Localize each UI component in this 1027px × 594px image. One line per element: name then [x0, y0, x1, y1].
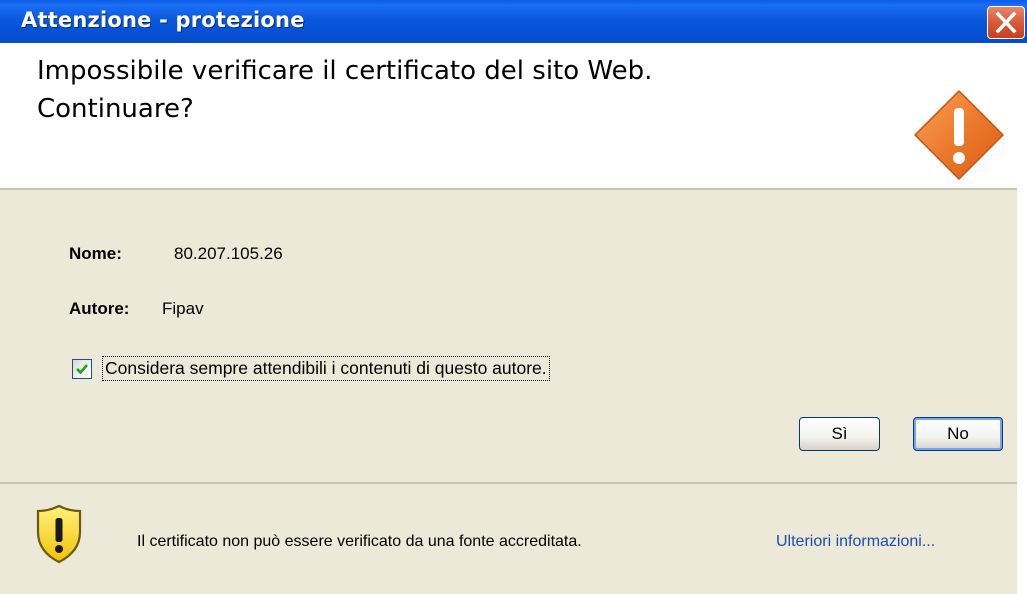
shield-warning-icon [36, 504, 82, 564]
trust-author-label[interactable]: Considera sempre attendibili i contenuti… [102, 356, 550, 381]
more-info-link[interactable]: Ulteriori informazioni... [776, 533, 935, 551]
author-label: Autore: [69, 299, 130, 318]
title-bar[interactable]: Attenzione - protezione [0, 0, 1027, 43]
close-button[interactable] [987, 6, 1025, 39]
warning-diamond-icon [914, 90, 1004, 180]
author-value: Fipav [162, 299, 204, 318]
name-value: 80.207.105.26 [174, 244, 283, 263]
dialog-heading: Impossibile verificare il certificato de… [37, 52, 837, 128]
yes-button[interactable]: Sì [799, 417, 880, 451]
heading-line-2: Continuare? [37, 94, 194, 124]
close-icon [995, 11, 1017, 34]
name-label: Nome: [69, 244, 122, 263]
no-button[interactable]: No [913, 417, 1003, 451]
checkmark-icon [76, 364, 88, 375]
heading-line-1: Impossibile verificare il certificato de… [37, 56, 653, 86]
trust-author-checkbox[interactable] [72, 359, 92, 379]
footer-message: Il certificato non può essere verificato… [137, 533, 582, 550]
window-border [1017, 43, 1027, 594]
window-title: Attenzione - protezione [21, 8, 305, 32]
security-warning-dialog: Attenzione - protezione Impossibile veri… [0, 0, 1027, 594]
